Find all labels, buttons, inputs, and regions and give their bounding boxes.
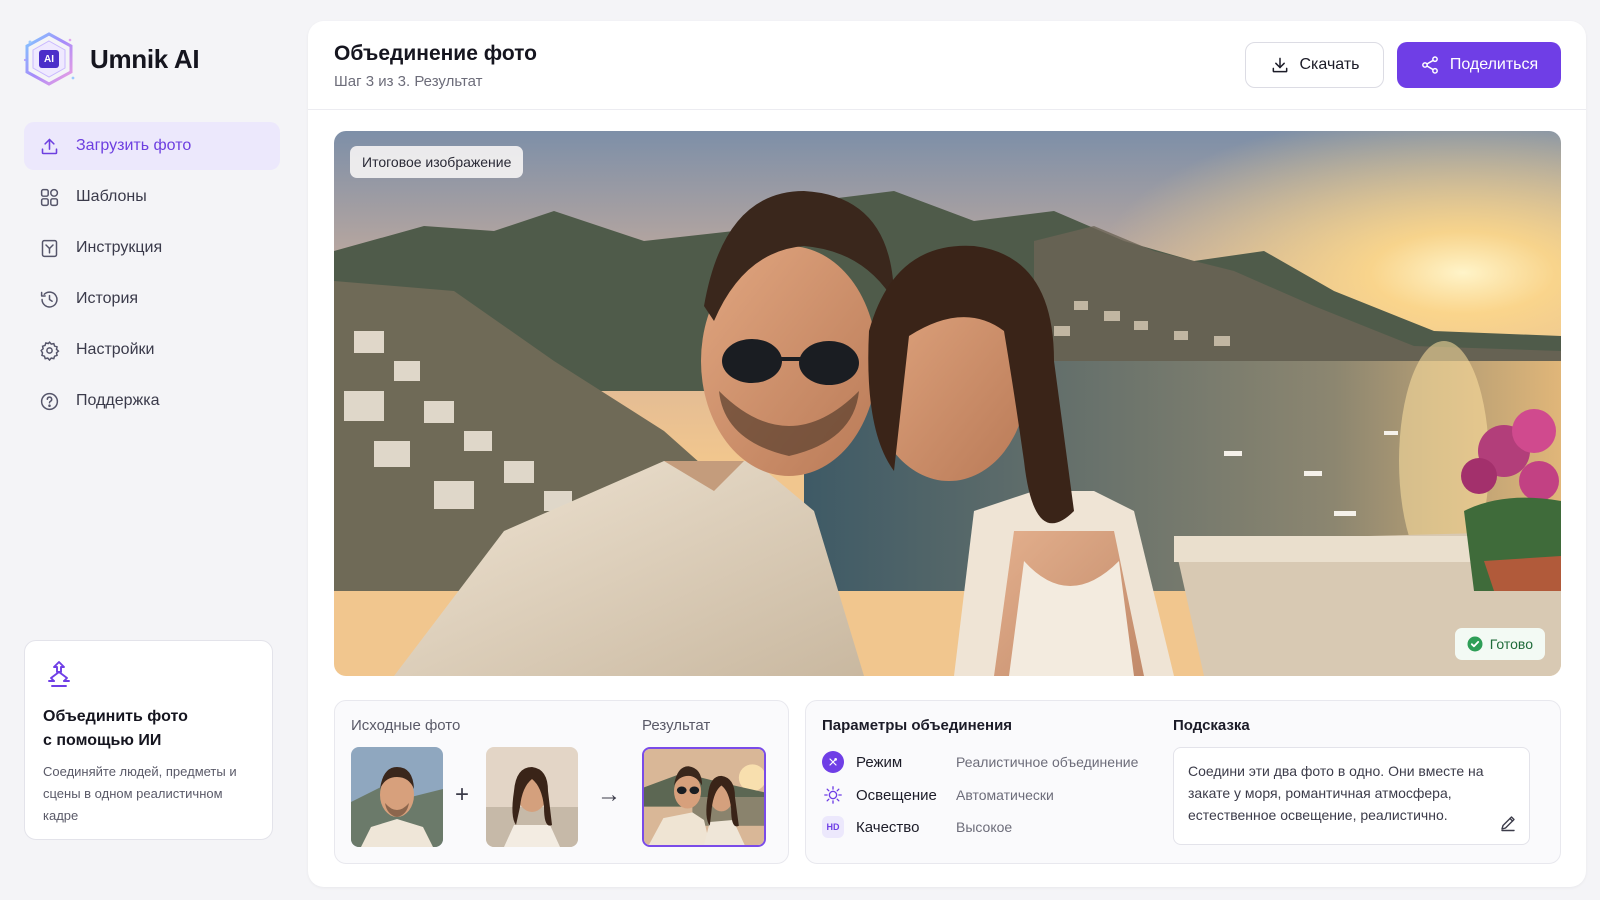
param-row-lighting: Освещение Автоматически — [822, 783, 1054, 807]
sidebar-item-templates[interactable]: Шаблоны — [24, 173, 280, 221]
sidebar-item-label: Настройки — [76, 341, 155, 358]
result-photo — [334, 131, 1561, 676]
prompt-textarea[interactable]: Соедини эти два фото в одно. Они вместе … — [1173, 747, 1530, 845]
param-value: Автоматически — [956, 787, 1054, 803]
param-value: Реалистичное объединение — [956, 754, 1139, 770]
promo-text: Соединяйте людей, предметы и сцены в одн… — [43, 764, 237, 823]
promo-title: Объединить фото с помощью ИИ — [43, 708, 188, 749]
result-label: Результат — [642, 717, 711, 734]
param-row-mode: Режим Реалистичное объединение — [822, 750, 1138, 774]
sidebar-item-label: Поддержка — [76, 392, 160, 409]
share-icon — [1421, 56, 1438, 74]
merge-icon — [43, 659, 75, 691]
status-text: Готово — [1489, 636, 1533, 652]
sidebar-item-settings[interactable]: Настройки — [24, 326, 280, 374]
result-image[interactable]: Итоговое изображение Готово — [334, 131, 1561, 676]
params-title: Параметры объединения — [822, 717, 1013, 734]
download-icon — [1272, 57, 1287, 73]
result-thumbnail[interactable] — [642, 747, 766, 847]
brand[interactable]: AI Umnik AI — [22, 32, 200, 86]
brand-name: Umnik AI — [90, 43, 200, 74]
source-photo-woman[interactable] — [486, 747, 578, 847]
plus-sign: + — [455, 781, 470, 808]
share-label: Поделиться — [1449, 56, 1539, 73]
sidebar: AI Umnik AI Загрузить фото Шаблоны Инстр… — [0, 0, 300, 900]
param-name: Освещение — [856, 786, 937, 804]
prompt-text: Соедини эти два фото в одно. Они вместе … — [1188, 763, 1484, 823]
help-icon — [38, 390, 60, 412]
history-icon — [38, 288, 60, 310]
logo-text: AI — [44, 53, 54, 65]
sun-icon — [822, 784, 844, 806]
settings-icon — [38, 339, 60, 361]
source-photos-label: Исходные фото — [351, 717, 461, 734]
templates-icon — [38, 186, 60, 208]
download-button[interactable]: Скачать — [1245, 42, 1384, 88]
sidebar-item-label: Шаблоны — [76, 188, 147, 205]
merge-params-card: Параметры объединения Режим Реалистичное… — [805, 700, 1561, 864]
sidebar-item-upload[interactable]: Загрузить фото — [24, 122, 280, 170]
param-name: Качество — [856, 818, 920, 836]
arrow-right-icon: → — [597, 781, 621, 808]
status-badge: Готово — [1454, 628, 1545, 660]
main-panel: Объединение фото Шаг 3 из 3. Результат С… — [308, 21, 1586, 887]
sidebar-item-support[interactable]: Поддержка — [24, 377, 280, 425]
logo: AI — [22, 32, 76, 86]
source-photos-card: Исходные фото Результат + → — [334, 700, 789, 864]
edit-icon[interactable] — [1499, 814, 1517, 832]
mode-icon — [822, 751, 844, 773]
check-icon — [1467, 636, 1483, 652]
upload-icon — [38, 135, 60, 157]
hint-title: Подсказка — [1173, 717, 1250, 734]
param-name: Режим — [856, 753, 903, 771]
sidebar-item-instruction[interactable]: Инструкция — [24, 224, 280, 272]
param-value: Высокое — [956, 819, 1013, 835]
download-label: Скачать — [1299, 56, 1360, 73]
sidebar-item-history[interactable]: История — [24, 275, 280, 323]
result-image-label: Итоговое изображение — [350, 146, 524, 178]
sidebar-item-label: Инструкция — [76, 239, 163, 256]
hd-icon: HD — [822, 816, 844, 838]
sidebar-nav: Загрузить фото Шаблоны Инструкция Истори… — [24, 122, 280, 428]
page-title: Объединение фото — [334, 42, 537, 65]
sidebar-item-label: Загрузить фото — [76, 137, 192, 154]
promo-card: Объединить фото с помощью ИИ Соединяйте … — [24, 640, 273, 840]
instruction-icon — [38, 237, 60, 259]
source-photo-man[interactable] — [351, 747, 443, 847]
param-row-quality: HD Качество Высокое — [822, 815, 1012, 839]
header: Объединение фото Шаг 3 из 3. Результат С… — [308, 21, 1586, 110]
sidebar-item-label: История — [76, 290, 139, 307]
page-subtitle: Шаг 3 из 3. Результат — [334, 73, 483, 90]
share-button[interactable]: Поделиться — [1397, 42, 1561, 88]
